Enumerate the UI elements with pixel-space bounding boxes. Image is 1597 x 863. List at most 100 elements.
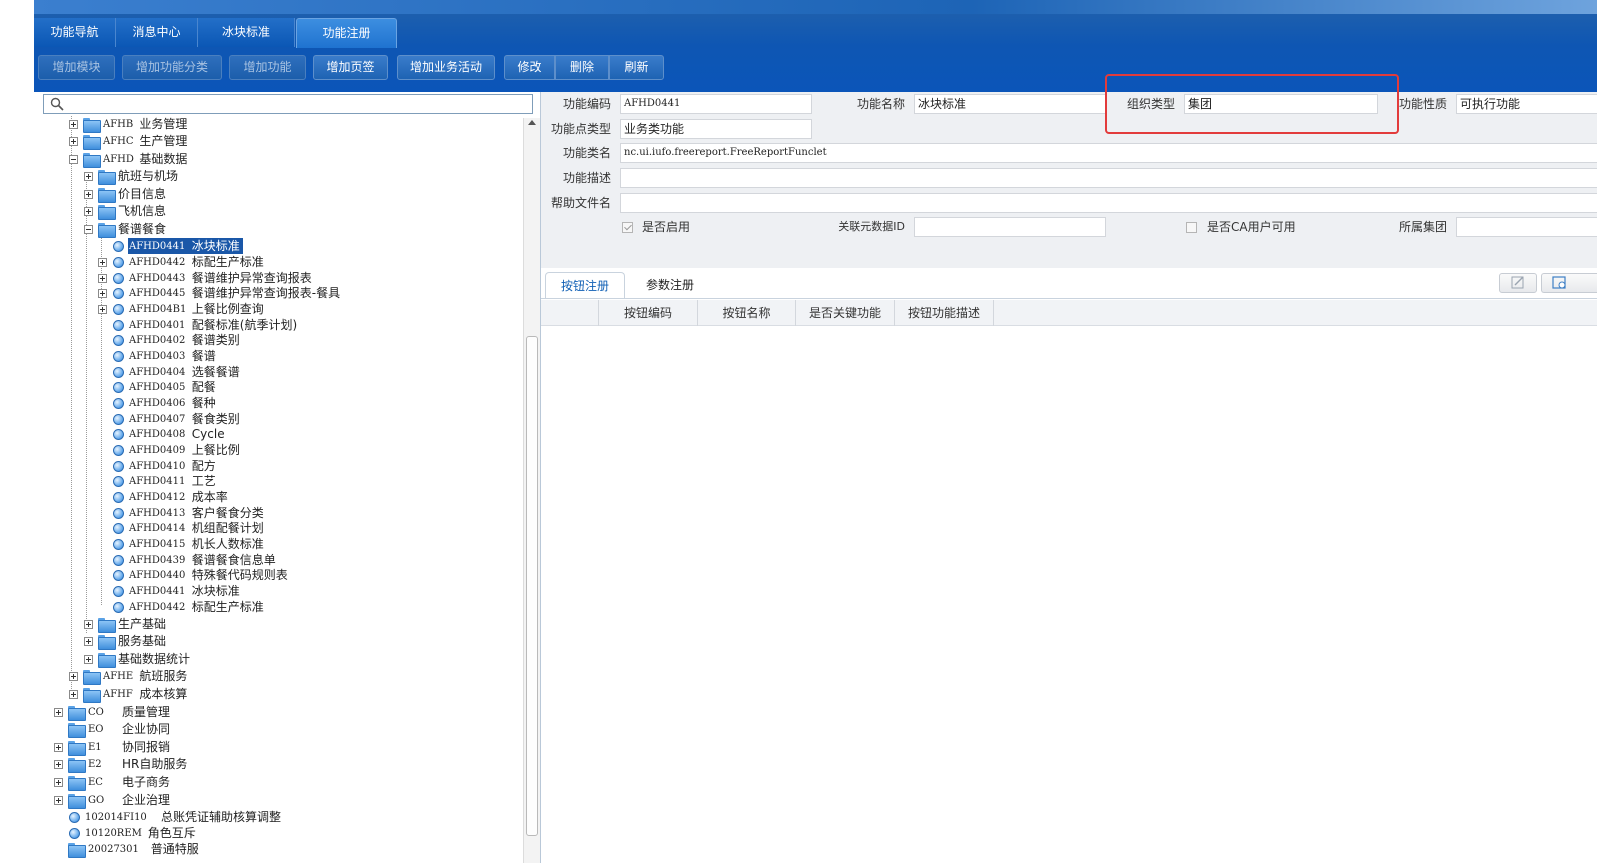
tree-node[interactable]: 生产基础 (34, 616, 522, 633)
tree-node-code: E1 (88, 742, 102, 753)
tree-scrollbar[interactable] (523, 118, 540, 863)
expand-icon[interactable] (84, 207, 93, 216)
tree-node[interactable]: AFHD0406 餐种 (34, 395, 522, 412)
ca-user-checkbox[interactable] (1186, 222, 1197, 233)
scroll-up-arrow-icon[interactable] (528, 120, 536, 125)
func-class-field[interactable]: nc.ui.iufo.freereport.FreeReportFunclet (620, 143, 1597, 163)
tree-node[interactable]: AFHD0414 机组配餐计划 (34, 520, 522, 537)
tree-search-box[interactable] (43, 94, 533, 114)
add-business-activity-button[interactable]: 增加业务活动 (397, 55, 495, 80)
tree-node[interactable]: AFHF 成本核算 (34, 686, 522, 703)
tree-node[interactable]: AFHD0440 特殊餐代码规则表 (34, 567, 522, 584)
tree-node[interactable]: AFHD0442 标配生产标准 (34, 254, 522, 271)
scroll-thumb[interactable] (526, 336, 538, 836)
expand-icon[interactable] (84, 190, 93, 199)
tab-message-center[interactable]: 消息中心 (116, 18, 198, 47)
func-nature-field[interactable]: 可执行功能 (1456, 94, 1597, 114)
tree-node[interactable]: E2 HR自助服务 (34, 756, 522, 773)
add-page-tab-button[interactable]: 增加页签 (313, 55, 388, 80)
tree-node[interactable]: AFHC 生产管理 (34, 133, 522, 150)
tree-node[interactable]: AFHD0408 Cycle (34, 426, 522, 443)
tree-node[interactable]: GO 企业治理 (34, 792, 522, 809)
tree-node[interactable]: AFHD0411 工艺 (34, 473, 522, 490)
save-icon[interactable] (1541, 273, 1597, 293)
func-code-field[interactable]: AFHD0441 (620, 94, 812, 114)
expand-icon[interactable] (98, 305, 107, 314)
tree-node[interactable]: AFHD0412 成本率 (34, 489, 522, 506)
add-function-button[interactable]: 增加功能 (229, 55, 306, 80)
column-header[interactable]: 是否关键功能 (796, 300, 895, 326)
expand-icon[interactable] (54, 708, 63, 717)
tree-node[interactable]: 基础数据统计 (34, 651, 522, 668)
tab-ice-standard[interactable]: 冰块标准 (198, 18, 295, 47)
tree-node-label: HR自助服务 (122, 757, 188, 771)
tree-node[interactable]: 餐谱餐食 (34, 221, 522, 238)
org-type-field[interactable]: 集团 (1184, 94, 1378, 114)
add-module-button[interactable]: 增加模块 (38, 55, 115, 80)
func-desc-field[interactable] (620, 168, 1597, 188)
expand-icon[interactable] (69, 120, 78, 129)
expand-icon[interactable] (54, 796, 63, 805)
expand-icon[interactable] (98, 274, 107, 283)
expand-icon[interactable] (54, 760, 63, 769)
tree-node[interactable]: CO 质量管理 (34, 704, 522, 721)
tree-node[interactable]: 航班与机场 (34, 168, 522, 185)
tree-node[interactable]: AFHE 航班服务 (34, 668, 522, 685)
tree-node[interactable]: E1 协同报销 (34, 739, 522, 756)
column-header[interactable]: 按钮功能描述 (895, 300, 994, 326)
tree-node[interactable]: AFHD 基础数据 (34, 151, 522, 168)
expand-icon[interactable] (98, 289, 107, 298)
column-header[interactable]: 按钮编码 (599, 300, 698, 326)
tree-node[interactable]: 102014FI10 总账凭证辅助核算调整 (34, 809, 522, 826)
function-tree[interactable]: AFHB 业务管理 AFHC 生产管理 AFHD 基础数据 航班与机场 价目信息 飞机信息 餐谱餐… (34, 116, 524, 863)
func-point-type-field[interactable]: 业务类功能 (620, 119, 812, 139)
expand-icon[interactable] (54, 743, 63, 752)
expand-icon[interactable] (69, 690, 78, 699)
enabled-checkbox[interactable] (622, 222, 633, 233)
tree-node[interactable]: AFHD04B1 上餐比例查询 (34, 301, 522, 318)
tree-node[interactable]: AFHD0441 冰块标准 (34, 238, 522, 255)
tree-node[interactable]: AFHD0403 餐谱 (34, 348, 522, 365)
delete-button[interactable]: 删除 (555, 55, 609, 80)
tree-node[interactable]: 价目信息 (34, 186, 522, 203)
tab-button-register[interactable]: 按钮注册 (545, 272, 625, 299)
column-header[interactable]: 按钮名称 (698, 300, 796, 326)
tree-node[interactable]: 飞机信息 (34, 203, 522, 220)
collapse-icon[interactable] (84, 225, 93, 234)
expand-icon[interactable] (84, 655, 93, 664)
tree-node[interactable]: AFHD0441 冰块标准 (34, 583, 522, 600)
tab-function-nav[interactable]: 功能导航 (34, 18, 116, 47)
expand-icon[interactable] (69, 672, 78, 681)
func-name-field[interactable]: 冰块标准 (914, 94, 1106, 114)
tree-node[interactable]: 服务基础 (34, 633, 522, 650)
tree-node[interactable]: AFHD0402 餐谱类别 (34, 332, 522, 349)
expand-icon[interactable] (69, 137, 78, 146)
tree-node[interactable]: AFHD0442 标配生产标准 (34, 599, 522, 616)
meta-id-field[interactable] (914, 217, 1106, 237)
function-node-icon (113, 351, 124, 362)
tree-node[interactable]: AFHD0445 餐谱维护异常查询报表-餐具 (34, 285, 522, 302)
tree-node[interactable]: AFHD0405 配餐 (34, 379, 522, 396)
expand-icon[interactable] (98, 258, 107, 267)
collapse-icon[interactable] (69, 155, 78, 164)
modify-button[interactable]: 修改 (504, 55, 555, 80)
expand-icon[interactable] (54, 778, 63, 787)
search-input[interactable] (68, 96, 528, 112)
refresh-button[interactable]: 刷新 (609, 55, 664, 80)
tree-node[interactable]: EC 电子商务 (34, 774, 522, 791)
edit-icon[interactable] (1499, 273, 1537, 293)
expand-icon[interactable] (84, 637, 93, 646)
expand-icon[interactable] (84, 172, 93, 181)
tab-param-register[interactable]: 参数注册 (630, 272, 710, 299)
tree-node[interactable]: AFHB 业务管理 (34, 116, 522, 133)
tab-function-register[interactable]: 功能注册 (296, 18, 397, 48)
tree-node[interactable]: EO 企业协同 (34, 721, 522, 738)
expand-icon[interactable] (84, 620, 93, 629)
group-field[interactable] (1456, 217, 1597, 237)
tree-node[interactable]: AFHD0409 上餐比例 (34, 442, 522, 459)
tree-node[interactable]: 10120REM 角色互斥 (34, 825, 522, 842)
add-category-button[interactable]: 增加功能分类 (122, 55, 222, 80)
tree-node[interactable]: 20027301 普通特服 (34, 841, 522, 858)
tree-node[interactable]: AFHD0415 机长人数标准 (34, 536, 522, 553)
help-file-field[interactable] (620, 193, 1597, 213)
